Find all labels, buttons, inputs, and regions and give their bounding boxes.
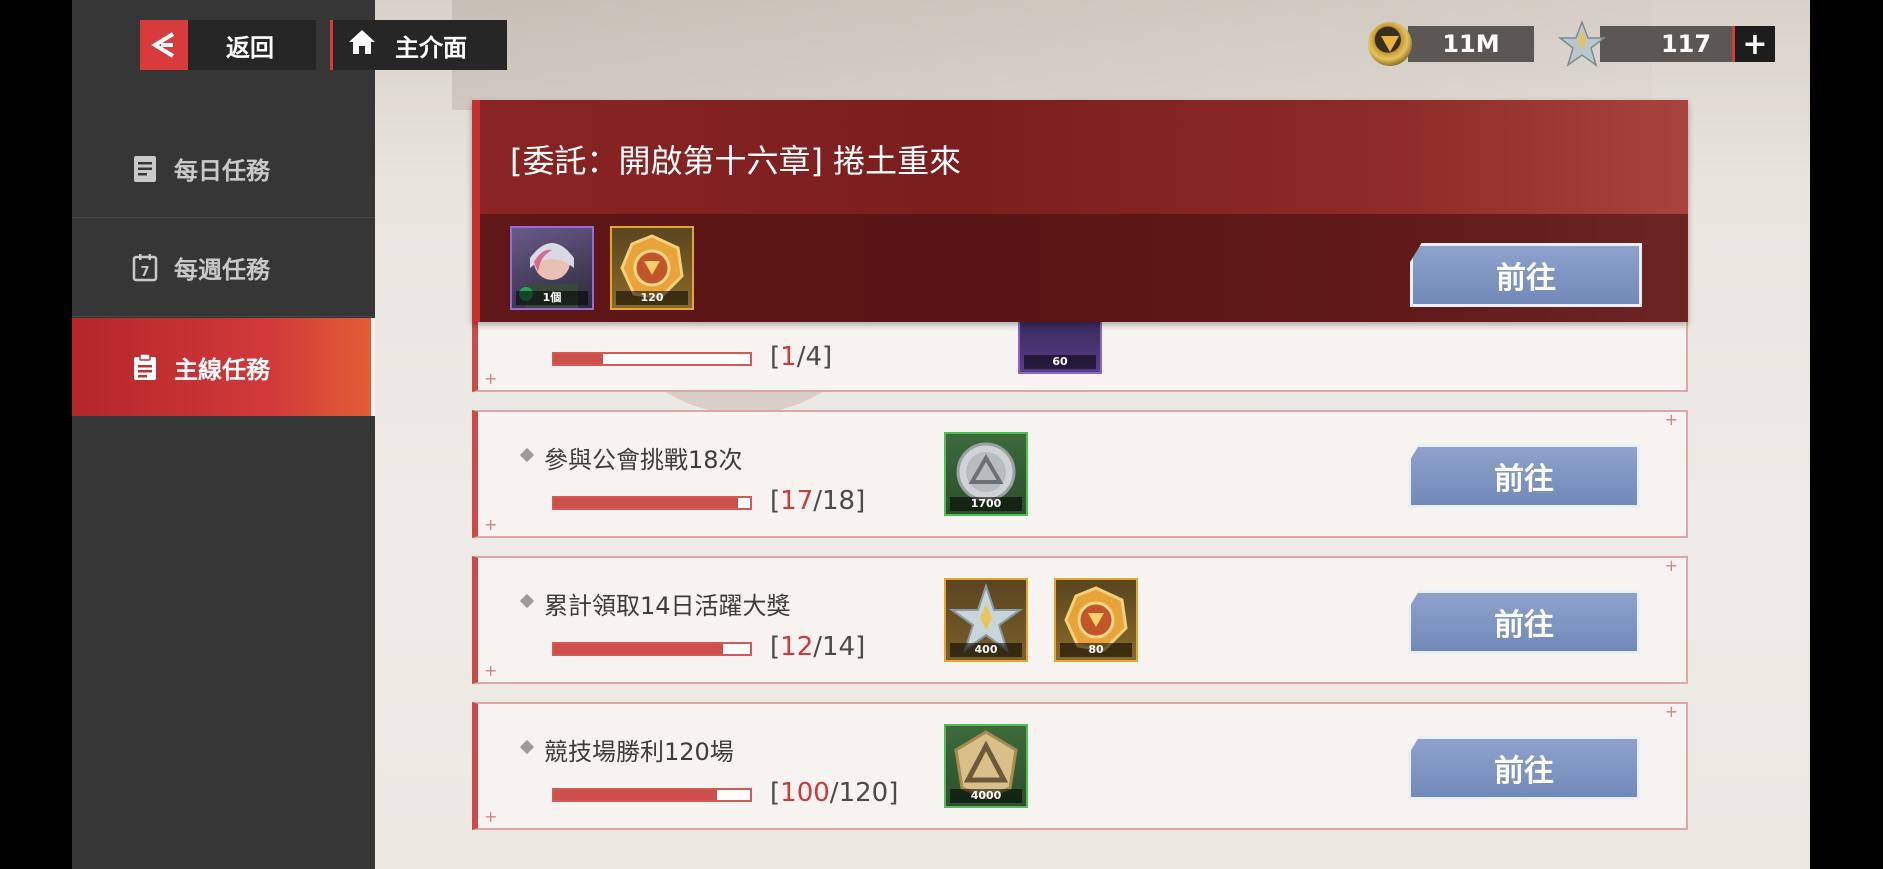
corner-plus-icon: + [484,369,498,388]
progress-fill [554,790,717,800]
sidebar-item-main[interactable]: 主線任務 [72,318,375,416]
go-button[interactable]: 前往 [1410,243,1642,307]
corner-plus-icon: + [484,515,498,534]
progress-text: [100/120] [770,778,899,808]
reward-count: 1個 [516,291,588,305]
mission-row-active-reward: 累計領取14日活躍大獎 [12/14] 400 80 前往 + + [472,556,1688,684]
go-button[interactable]: 前往 [1408,736,1640,800]
corner-plus-icon: + [1664,702,1678,721]
corner-plus-icon: + [1664,410,1678,429]
sidebar-item-label: 每週任務 [174,256,270,284]
featured-mission-card: [委託：開啟第十六章] 捲土重來 1個 120 前往 [472,100,1688,322]
reward-count: 4000 [950,789,1022,803]
progress-text: [17/18] [770,486,866,516]
document-icon [132,155,158,183]
clipboard-icon [132,353,158,381]
crystal-star-icon [1557,19,1607,68]
go-button[interactable]: 前往 [1408,590,1640,654]
reward-item[interactable]: 60 [1018,318,1102,374]
progress-bar [552,642,752,656]
corner-plus-icon: + [484,807,498,826]
progress-text: [12/14] [770,632,866,662]
progress-fill [554,644,723,654]
reward-count: 60 [1024,355,1096,369]
sidebar-item-label: 主線任務 [174,355,270,384]
reward-gold-medal[interactable]: 80 [1054,578,1138,662]
gold-amount: 11M [1408,26,1534,62]
game-screen: 每日任務 7 每週任務 主線任務 返回 主介面 11M 117 + [1/4] … [72,0,1810,869]
reward-crystal-star[interactable]: 400 [944,578,1028,662]
mission-name: 競技場勝利120場 [544,738,734,766]
bullet-icon [519,593,535,609]
go-button[interactable]: 前往 [1408,444,1640,508]
progress-bar [552,496,752,510]
add-currency-button[interactable]: + [1732,26,1775,62]
corner-plus-icon: + [1664,556,1678,575]
reward-count: 120 [616,291,688,305]
progress-text: [1/4] [770,342,833,372]
corner-plus-icon: + [484,661,498,680]
back-arrow-icon [140,20,188,70]
reward-count: 80 [1060,643,1132,657]
sidebar-item-daily[interactable]: 每日任務 [72,120,375,218]
sidebar-item-label: 每日任務 [174,157,270,185]
back-label: 返回 [226,33,274,62]
reward-gold-medal[interactable]: 120 [610,226,694,310]
home-label: 主介面 [395,33,467,62]
sidebar-item-weekly[interactable]: 7 每週任務 [72,219,375,317]
gold-coin-icon [1368,22,1412,66]
bullet-icon [519,739,535,755]
mission-row-guild-challenge: 參與公會挑戰18次 [17/18] 1700 前往 + + [472,410,1688,538]
reward-arena-emblem[interactable]: 4000 [944,724,1028,808]
progress-bar [552,788,752,802]
progress-bar [552,352,752,366]
reward-count: 1700 [950,497,1022,511]
sidebar: 每日任務 7 每週任務 主線任務 [72,0,375,869]
mission-row-arena-wins: 競技場勝利120場 [100/120] 4000 前往 + + [472,702,1688,830]
mission-name: 累計領取14日活躍大獎 [544,592,791,620]
progress-fill [554,498,739,508]
svg-text:7: 7 [140,265,149,280]
mission-name: 參與公會挑戰18次 [544,446,743,474]
calendar-icon: 7 [132,253,158,282]
back-button[interactable]: 返回 [140,20,316,70]
reward-silver-coin[interactable]: 1700 [944,432,1028,516]
home-icon [347,28,377,62]
bullet-icon [519,447,535,463]
home-button[interactable]: 主介面 [330,20,507,70]
reward-character[interactable]: 1個 [510,226,594,310]
featured-title: [委託：開啟第十六章] 捲土重來 [510,142,962,180]
reward-count: 400 [950,643,1022,657]
